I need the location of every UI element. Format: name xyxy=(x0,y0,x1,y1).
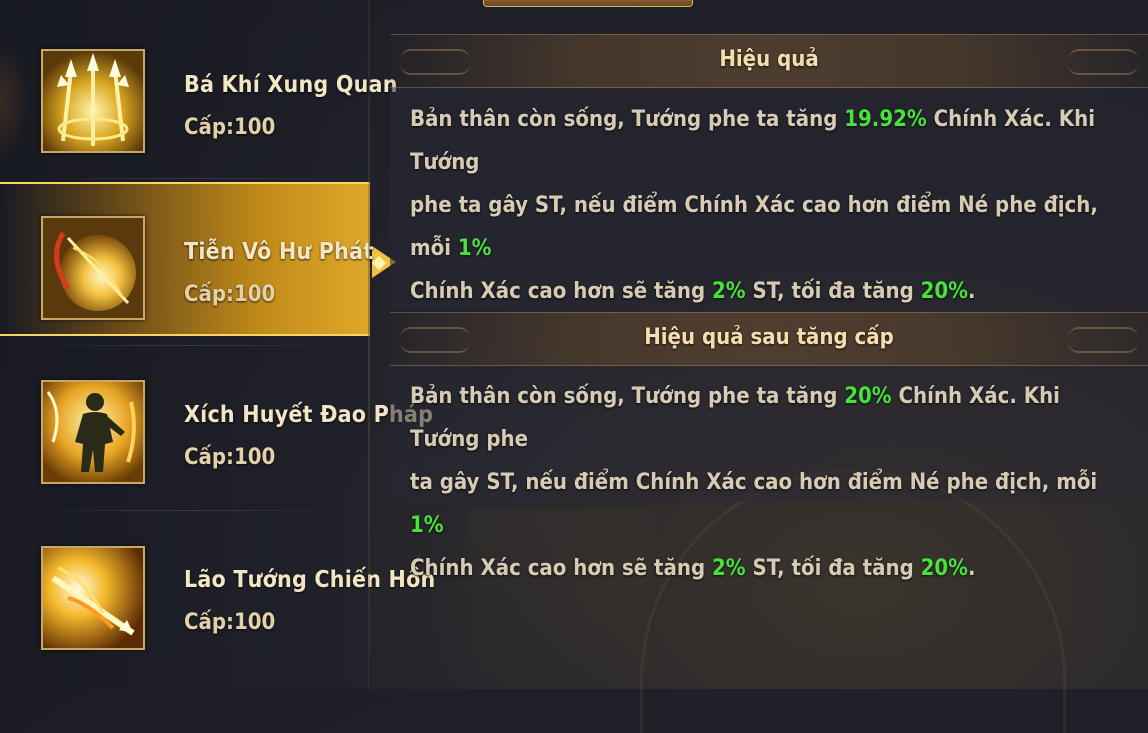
skill-item-xich-huyet-dao-phap[interactable]: Xích Huyết Đao Pháp Cấp:100 xyxy=(0,345,433,510)
divider xyxy=(30,178,350,179)
upgrade-line-3: Chính Xác cao hơn sẽ tăng 2% ST, tối đa … xyxy=(410,556,976,581)
skill-name: Bá Khí Xung Quan xyxy=(184,72,398,98)
skill-level: Cấp:100 xyxy=(184,610,276,635)
skill-list: Bá Khí Xung Quan Cấp:100 Tiễn Vô Hư Phát… xyxy=(0,0,435,689)
effect-header: Hiệu quả xyxy=(390,34,1148,88)
fire-spear-burst-icon xyxy=(41,546,145,650)
skill-name: Lão Tướng Chiến Hồn xyxy=(184,567,436,593)
effect-description: Bản thân còn sống, Tướng phe ta tăng 19.… xyxy=(410,98,1100,313)
skill-level: Cấp:100 xyxy=(184,282,276,307)
skill-name: Tiễn Vô Hư Phát xyxy=(184,239,374,265)
flaming-arrow-orb-icon xyxy=(41,216,145,320)
effect-title: Hiệu quả xyxy=(719,47,819,72)
effect-line-3: Chính Xác cao hơn sẽ tăng 2% ST, tối đa … xyxy=(410,279,976,304)
warrior-silhouette-fire-icon xyxy=(41,380,145,484)
value-highlight: 2% xyxy=(712,279,746,304)
value-highlight: 1% xyxy=(457,236,492,261)
golden-tridents-icon xyxy=(41,49,145,153)
upgrade-line-1: Bản thân còn sống, Tướng phe ta tăng 20%… xyxy=(410,384,1060,452)
upgrade-effect-header: Hiệu quả sau tăng cấp xyxy=(390,312,1148,366)
value-highlight: 20% xyxy=(920,279,969,304)
value-highlight: 20% xyxy=(844,384,892,409)
skill-level: Cấp:100 xyxy=(184,115,276,140)
skill-item-tien-vo-hu-phat[interactable]: Tiễn Vô Hư Phát Cấp:100 xyxy=(0,182,396,336)
skill-item-lao-tuong-chien-hon[interactable]: Lão Tướng Chiến Hồn Cấp:100 xyxy=(0,510,435,675)
value-highlight: 19.92% xyxy=(844,107,927,132)
effect-line-2: phe ta gây ST, nếu điểm Chính Xác cao hơ… xyxy=(410,193,1098,261)
value-highlight: 1% xyxy=(410,513,444,538)
skill-item-ba-khi-xung-quan[interactable]: Bá Khí Xung Quan Cấp:100 xyxy=(0,12,397,177)
upgrade-effect-description: Bản thân còn sống, Tướng phe ta tăng 20%… xyxy=(410,375,1100,590)
upgrade-effect-title: Hiệu quả sau tăng cấp xyxy=(644,325,894,350)
effect-line-1: Bản thân còn sống, Tướng phe ta tăng 19.… xyxy=(410,107,1096,175)
top-tab-edge[interactable] xyxy=(483,0,693,7)
upgrade-line-2: ta gây ST, nếu điểm Chính Xác cao hơn đi… xyxy=(410,470,1098,538)
sidebar-border xyxy=(368,0,370,689)
skill-level: Cấp:100 xyxy=(184,445,276,470)
value-highlight: 20% xyxy=(920,556,969,581)
value-highlight: 2% xyxy=(712,556,746,581)
